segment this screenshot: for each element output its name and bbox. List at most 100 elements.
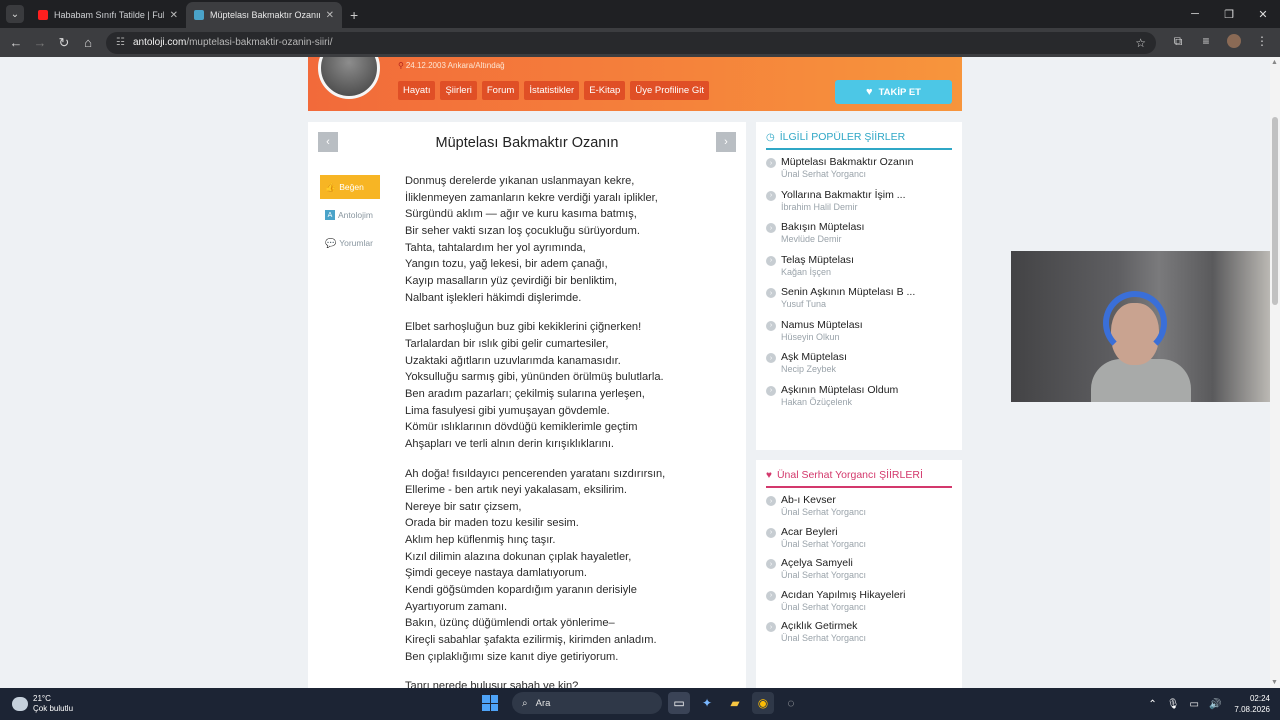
scrollbar-thumb[interactable] (1272, 117, 1278, 305)
author-link[interactable]: Ünal Serhat Yorgancı (781, 570, 866, 580)
poem-link[interactable]: Aşk Müptelası (781, 351, 847, 363)
poem-link[interactable]: Yollarına Bakmaktır İşim ... (781, 189, 906, 201)
chrome-icon[interactable]: ◉ (752, 692, 774, 714)
chevron-up-icon[interactable]: ⌃ (1148, 699, 1156, 710)
network-icon[interactable]: ▭ (1190, 699, 1199, 710)
windows-start-icon[interactable] (482, 695, 498, 711)
list-item[interactable]: › Aşkının Müptelası Oldum Hakan Özüçelenk (766, 384, 952, 407)
list-item[interactable]: › Telaş Müptelası Kağan İşçen (766, 254, 952, 277)
back-icon[interactable]: ← (4, 35, 28, 50)
list-item[interactable]: › Açelya Samyeli Ünal Serhat Yorgancı (766, 557, 952, 580)
reload-icon[interactable]: ↻ (52, 35, 76, 51)
extensions-icon[interactable]: ⧉ (1164, 34, 1192, 51)
copilot-icon[interactable]: ✦ (696, 692, 718, 714)
webcam-overlay (1011, 251, 1280, 402)
poem-link[interactable]: Acıdan Yapılmış Hikayeleri (781, 589, 906, 601)
profile-avatar[interactable] (1220, 34, 1248, 51)
poem-line: Tarlalardan bir ıslık gibi gelir cumarte… (405, 337, 609, 350)
poem-link[interactable]: Acar Beyleri (781, 526, 866, 538)
author-link[interactable]: Yusuf Tuna (781, 299, 915, 309)
author-link[interactable]: Ünal Serhat Yorgancı (781, 602, 906, 612)
list-item[interactable]: › Bakışın Müptelası Mevlüde Demir (766, 221, 952, 244)
like-button[interactable]: 👍 Beğen (320, 175, 380, 199)
scroll-down-icon[interactable]: ▼ (1271, 679, 1278, 686)
weather-widget[interactable]: 21°C Çok bulutlu (12, 694, 73, 714)
heart-icon: ♥ (766, 469, 772, 481)
volume-icon[interactable]: 🔊 (1209, 699, 1221, 710)
list-item[interactable]: › Aşk Müptelası Necip Zeybek (766, 351, 952, 374)
tab-hababam[interactable]: Hababam Sınıfı Tatilde | Full HD ✕ (30, 2, 186, 28)
new-tab-button[interactable]: + (350, 7, 358, 23)
poem-line: İliklenmeyen zamanların kekre verdiği ya… (405, 191, 658, 204)
chevron-right-icon: › (766, 320, 776, 331)
poem-link[interactable]: Bakışın Müptelası (781, 221, 864, 233)
list-item[interactable]: › Acar Beyleri Ünal Serhat Yorgancı (766, 526, 952, 549)
comments-button[interactable]: 💬 Yorumlar (320, 231, 380, 255)
menu-istatistikler[interactable]: İstatistikler (524, 81, 580, 100)
author-link[interactable]: Ünal Serhat Yorgancı (781, 507, 866, 517)
author-link[interactable]: Hüseyin Olkun (781, 332, 863, 342)
microphone-icon[interactable]: 🎙 (1167, 699, 1180, 710)
close-icon[interactable]: ✕ (326, 10, 334, 21)
task-view-icon[interactable]: ▭ (668, 692, 690, 714)
url-path: /muptelasi-bakmaktir-ozanin-siiri/ (186, 37, 333, 48)
list-item[interactable]: › Acıdan Yapılmış Hikayeleri Ünal Serhat Y… (766, 589, 952, 612)
author-link[interactable]: İbrahim Halil Demir (781, 202, 906, 212)
list-item[interactable]: › Müptelası Bakmaktır Ozanın Ünal Serhat Y… (766, 156, 952, 179)
time: 02:24 (1249, 694, 1270, 703)
author-avatar[interactable] (318, 57, 380, 99)
author-link[interactable]: Ünal Serhat Yorgancı (781, 633, 866, 643)
poem-link[interactable]: Telaş Müptelası (781, 254, 854, 266)
list-item[interactable]: › Senin Aşkının Müptelası B ... Yusuf Tuna (766, 286, 952, 309)
chevron-right-icon: › (766, 255, 776, 266)
next-poem-button[interactable]: › (716, 132, 736, 152)
antolojim-button[interactable]: A Antolojim (320, 203, 380, 227)
poem-actions: 👍 Beğen A Antolojim 💬 Yorumlar (320, 175, 380, 259)
menu-hayati[interactable]: Hayatı (398, 81, 436, 100)
author-link[interactable]: Mevlüde Demir (781, 234, 864, 244)
poem-line: Tanrı nerede buluşur sabah ve kin? (405, 680, 579, 688)
poem-link[interactable]: Açıklık Getirmek (781, 620, 866, 632)
close-icon[interactable]: ✕ (170, 10, 178, 21)
popular-poems-panel: ◷ İLGİLİ POPÜLER ŞİİRLER › Müptelası Bakma… (756, 122, 962, 450)
author-link[interactable]: Necip Zeybek (781, 364, 847, 374)
author-link[interactable]: Hakan Özüçelenk (781, 397, 898, 407)
follow-button[interactable]: ♥ TAKİP ET (835, 80, 952, 104)
tab-antoloji[interactable]: Müptelası Bakmaktır Ozanın Şiiri ✕ (186, 2, 342, 28)
bookmark-star-icon[interactable]: ☆ (1135, 36, 1146, 50)
site-info-icon[interactable]: ☷ (116, 37, 125, 48)
close-window-icon[interactable]: ✕ (1246, 0, 1280, 28)
scroll-up-icon[interactable]: ▲ (1271, 59, 1278, 66)
home-icon[interactable]: ⌂ (76, 35, 100, 50)
file-explorer-icon[interactable]: ▰ (724, 692, 746, 714)
reading-list-icon[interactable]: ≡ (1192, 34, 1220, 51)
tab-search-button[interactable]: ⌄ (6, 5, 24, 23)
forward-icon[interactable]: → (28, 35, 52, 50)
list-item[interactable]: › Açıklık Getirmek Ünal Serhat Yorgancı (766, 620, 952, 643)
menu-ekitap[interactable]: E-Kitap (584, 81, 626, 100)
page-scrollbar[interactable]: ▲ ▼ (1270, 57, 1280, 688)
taskbar-search[interactable]: ⌕ Ara (512, 692, 662, 714)
poem-link[interactable]: Senin Aşkının Müptelası B ... (781, 286, 915, 298)
poem-link[interactable]: Namus Müptelası (781, 319, 863, 331)
restore-icon[interactable]: ❐ (1212, 0, 1246, 28)
poem-link[interactable]: Müptelası Bakmaktır Ozanın (781, 156, 913, 168)
author-link[interactable]: Ünal Serhat Yorgancı (781, 539, 866, 549)
list-item[interactable]: › Yollarına Bakmaktır İşim ... İbrahim Hal… (766, 189, 952, 212)
author-link[interactable]: Kağan İşçen (781, 267, 854, 277)
menu-siirleri[interactable]: Şiirleri (440, 81, 477, 100)
clock[interactable]: 02:24 7.08.2026 (1234, 693, 1270, 715)
poem-link[interactable]: Aşkının Müptelası Oldum (781, 384, 898, 396)
menu-kebab-icon[interactable]: ⋮ (1248, 34, 1276, 51)
poem-link[interactable]: Açelya Samyeli (781, 557, 866, 569)
list-item[interactable]: › Namus Müptelası Hüseyin Olkun (766, 319, 952, 342)
author-link[interactable]: Ünal Serhat Yorgancı (781, 169, 913, 179)
menu-uye-profili[interactable]: Üye Profiline Git (630, 81, 709, 100)
address-bar[interactable]: ☷ antoloji.com/muptelasi-bakmaktir-ozani… (106, 31, 1156, 54)
list-item[interactable]: › Ab-ı Kevser Ünal Serhat Yorgancı (766, 494, 952, 517)
poem-link[interactable]: Ab-ı Kevser (781, 494, 866, 506)
minimize-icon[interactable]: ─ (1178, 0, 1212, 28)
popular-heading: ◷ İLGİLİ POPÜLER ŞİİRLER (766, 131, 952, 150)
menu-forum[interactable]: Forum (481, 81, 520, 100)
app-icon[interactable]: ◌ (780, 692, 802, 714)
